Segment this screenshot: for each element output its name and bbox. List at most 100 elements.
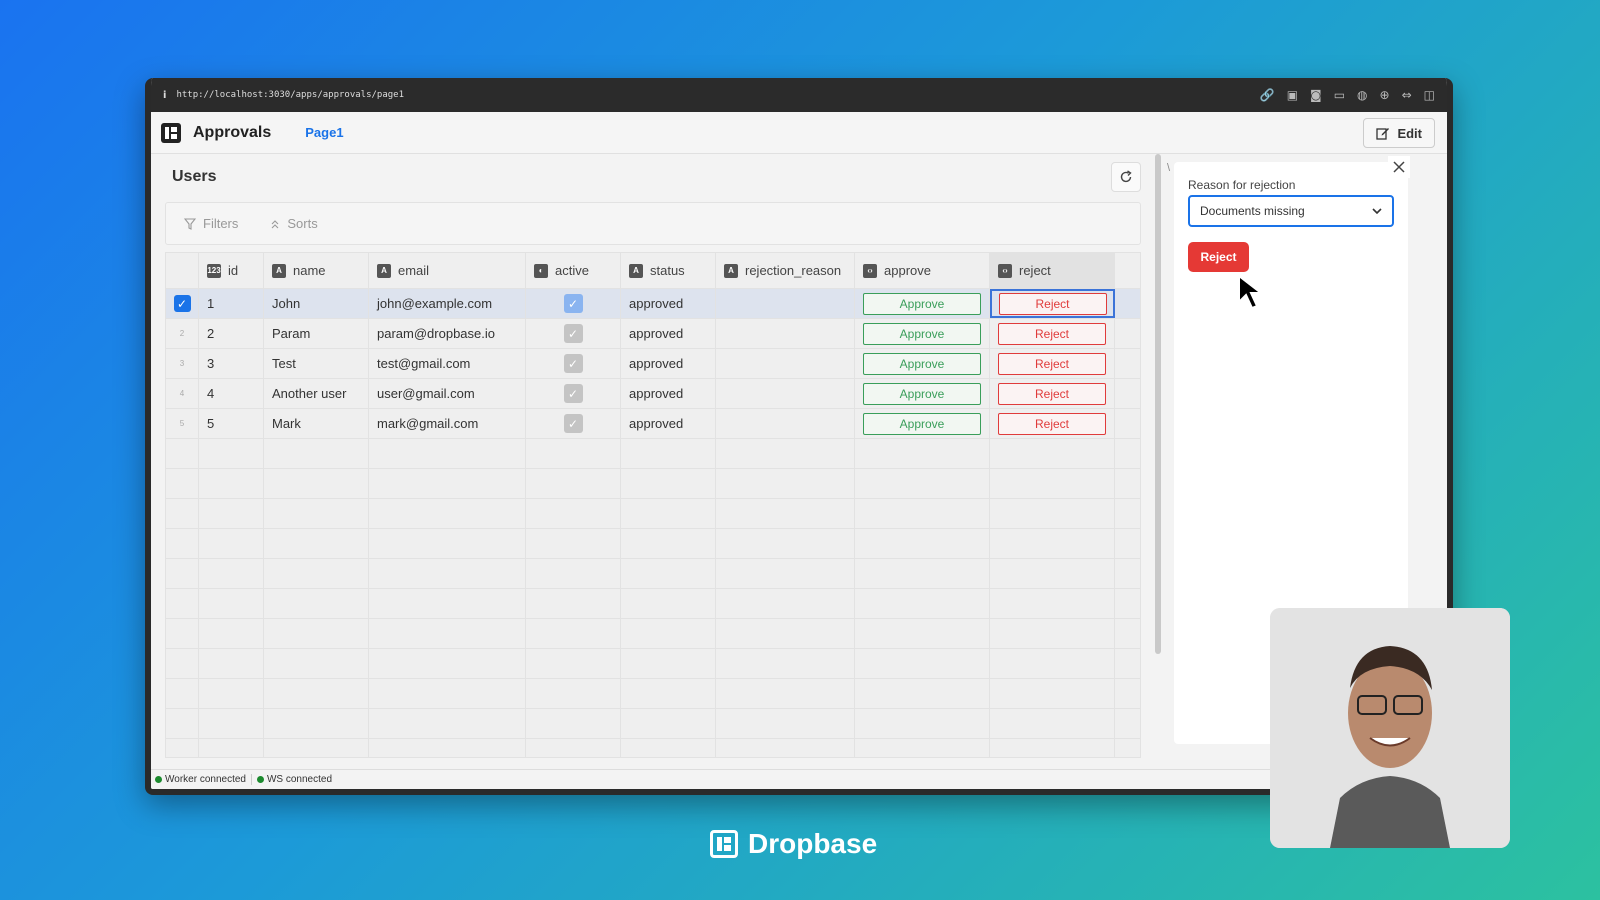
cell-rejection-reason[interactable] [716,349,855,378]
cell-status[interactable]: approved [621,289,716,318]
cell-name[interactable]: Param [264,319,369,348]
cell-name[interactable]: Test [264,349,369,378]
link-icon[interactable]: 🔗 [1260,88,1275,102]
cell-rejection-reason[interactable] [716,409,855,438]
cell-rejection-reason[interactable] [716,319,855,348]
reject-button[interactable]: Reject [998,412,1106,435]
reason-value: Documents missing [1200,204,1305,218]
row-select-cell[interactable]: 3 [166,349,199,378]
globe-icon[interactable]: ◍ [1357,88,1367,102]
empty-cell [1115,589,1140,618]
crosshair-icon[interactable]: ⊕ [1380,88,1390,102]
vertical-scrollbar[interactable] [1155,154,1161,654]
header-label: status [650,263,685,278]
cell-rejection-reason[interactable] [716,379,855,408]
table-row[interactable]: 4 4 Another user user@gmail.com ✓ approved App… [166,379,1140,409]
cell-email[interactable]: john@example.com [369,289,526,318]
empty-row [166,529,1140,559]
edit-icon [1376,128,1390,140]
approve-button[interactable]: Approve [863,382,981,405]
cell-email[interactable]: test@gmail.com [369,349,526,378]
sorts-button[interactable]: Sorts [270,216,318,231]
cell-id[interactable]: 5 [199,409,264,438]
page-tab[interactable]: Page1 [305,125,343,140]
filters-button[interactable]: Filters [184,216,238,231]
row-select-cell[interactable]: 2 [166,319,199,348]
screenshot-icon[interactable]: ▣ [1287,88,1298,102]
table-body: ✓ 1 John john@example.com ✓ approved Approve Re… [166,289,1140,757]
approve-button[interactable]: Approve [863,352,981,375]
cell-name[interactable]: Another user [264,379,369,408]
cell-rejection-reason[interactable] [716,289,855,318]
cell-id[interactable]: 3 [199,349,264,378]
approve-button[interactable]: Approve [863,412,981,435]
reason-select[interactable]: Documents missing [1188,195,1394,227]
empty-cell [855,499,990,528]
edit-button[interactable]: Edit [1363,118,1435,148]
header-email[interactable]: Aemail [369,253,526,288]
cell-email[interactable]: param@dropbase.io [369,319,526,348]
row-checkbox[interactable]: ✓ [173,295,191,312]
reject-button[interactable]: Reject [998,352,1106,375]
cell-id[interactable]: 4 [199,379,264,408]
empty-cell [199,499,264,528]
reject-button[interactable]: Reject [998,382,1106,405]
cell-active[interactable]: ✓ [526,379,621,408]
cell-name[interactable]: John [264,289,369,318]
cell-active[interactable]: ✓ [526,319,621,348]
empty-cell [855,559,990,588]
approve-button[interactable]: Approve [863,292,981,315]
table-row[interactable]: 2 2 Param param@dropbase.io ✓ approved Approve… [166,319,1140,349]
active-checkbox[interactable]: ✓ [563,354,583,373]
header-name[interactable]: Aname [264,253,369,288]
active-checkbox[interactable]: ✓ [563,294,583,313]
empty-cell [166,619,199,648]
cell-status[interactable]: approved [621,349,716,378]
cell-status[interactable]: approved [621,319,716,348]
empty-cell [1115,469,1140,498]
reject-button[interactable]: Reject [998,322,1106,345]
header-status[interactable]: Astatus [621,253,716,288]
cell-name[interactable]: Mark [264,409,369,438]
table-row[interactable]: 5 5 Mark mark@gmail.com ✓ approved Approve Reje… [166,409,1140,439]
cell-id[interactable]: 2 [199,319,264,348]
window-icon[interactable]: ▭ [1334,88,1345,102]
header-id[interactable]: 123 id [199,253,264,288]
header-active[interactable]: ◐ active [526,253,621,288]
empty-cell [526,619,621,648]
cell-email[interactable]: mark@gmail.com [369,409,526,438]
active-checkbox[interactable]: ✓ [563,384,583,403]
reject-submit-button[interactable]: Reject [1188,242,1249,272]
reject-button[interactable]: Reject [998,292,1107,315]
info-icon[interactable]: i [163,90,166,101]
row-select-cell[interactable]: 5 [166,409,199,438]
url-text[interactable]: http://localhost:3030/apps/approvals/pag… [176,90,1259,100]
cell-status[interactable]: approved [621,379,716,408]
active-checkbox[interactable]: ✓ [563,324,583,343]
active-checkbox[interactable]: ✓ [563,414,583,433]
cell-id[interactable]: 1 [199,289,264,318]
table-row[interactable]: 3 3 Test test@gmail.com ✓ approved Approve Reje… [166,349,1140,379]
close-panel-button[interactable] [1388,156,1410,178]
row-select-cell[interactable]: 4 [166,379,199,408]
cell-status[interactable]: approved [621,409,716,438]
cell-email[interactable]: user@gmail.com [369,379,526,408]
camera-icon[interactable]: ◙ [1310,88,1322,102]
header-reject[interactable]: ‹› reject [990,253,1115,288]
empty-cell [264,559,369,588]
cell-active[interactable]: ✓ [526,349,621,378]
approve-button[interactable]: Approve [863,322,981,345]
header-rejection-reason[interactable]: Arejection_reason [716,253,855,288]
empty-row [166,499,1140,529]
cell-active[interactable]: ✓ [526,289,621,318]
cell-active[interactable]: ✓ [526,409,621,438]
row-select-cell[interactable]: ✓ [166,289,199,318]
header-approve[interactable]: ‹› approve [855,253,990,288]
empty-cell [990,619,1115,648]
empty-cell [990,649,1115,678]
table-row[interactable]: ✓ 1 John john@example.com ✓ approved Approve Re… [166,289,1140,319]
refresh-button[interactable] [1111,162,1141,192]
split-view-icon[interactable]: ◫ [1424,88,1435,102]
code-icon[interactable]: ⇔ [1402,88,1412,102]
number-type-icon: 123 [207,263,221,278]
